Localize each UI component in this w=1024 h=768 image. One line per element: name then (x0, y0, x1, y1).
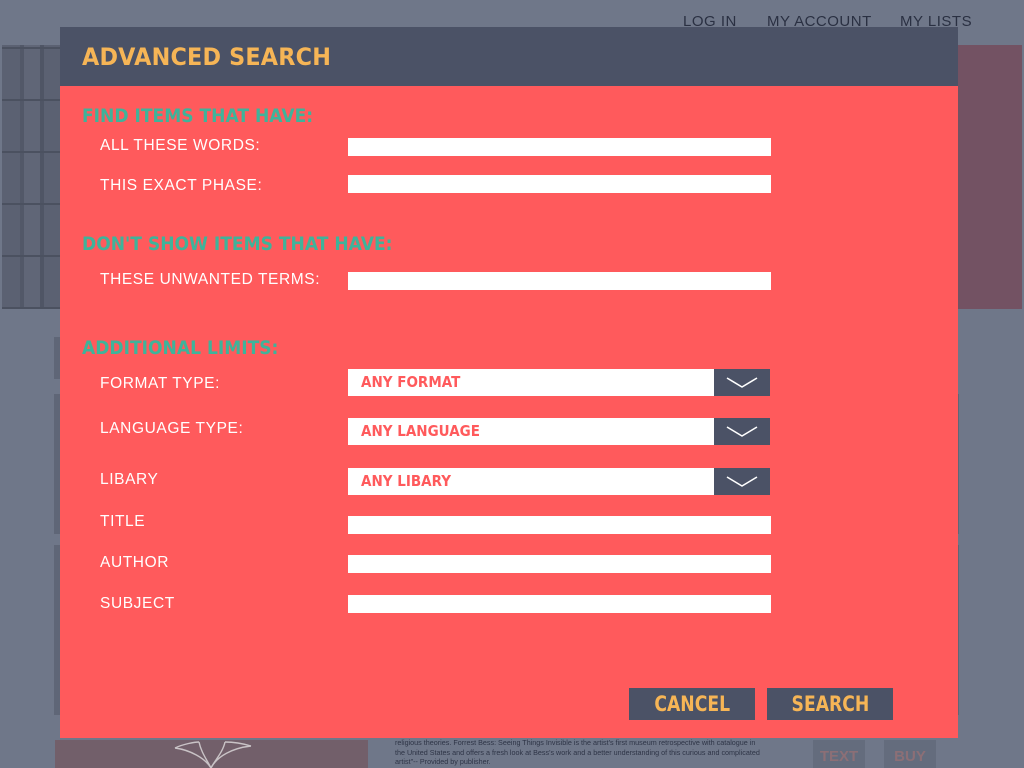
book-description: religious theories. Forrest Bess: Seeing… (395, 738, 760, 766)
unwanted-terms-input[interactable] (348, 272, 771, 290)
library-select[interactable]: ANY LIBARY (348, 468, 770, 495)
chevron-down-icon (726, 426, 758, 437)
title-label: TITLE (100, 513, 146, 530)
subject-input[interactable] (348, 595, 771, 613)
format-type-label: FORMAT TYPE: (100, 375, 221, 392)
cancel-button-label: CANCEL (654, 692, 730, 716)
hero-image-bookshelf (2, 45, 62, 309)
format-type-select[interactable]: ANY FORMAT (348, 369, 770, 396)
book-cover-thumbnail (55, 740, 368, 768)
library-label: LIBARY (100, 471, 159, 488)
language-dropdown-button[interactable] (714, 418, 770, 445)
exclude-items-heading: DON'T SHOW ITEMS THAT HAVE: (82, 233, 393, 255)
author-label: AUTHOR (100, 554, 170, 571)
language-type-select[interactable]: ANY LANGUAGE (348, 418, 770, 445)
language-type-value: ANY LANGUAGE (361, 422, 480, 440)
subject-label: SUBJECT (100, 595, 175, 612)
advanced-search-modal: ADVANCED SEARCH FIND ITEMS THAT HAVE: AL… (60, 27, 958, 738)
exact-phrase-label: THIS EXACT PHASE: (100, 177, 263, 194)
all-words-label: ALL THESE WORDS: (100, 137, 261, 154)
find-items-heading: FIND ITEMS THAT HAVE: (82, 105, 314, 127)
format-dropdown-button[interactable] (714, 369, 770, 396)
format-type-value: ANY FORMAT (361, 373, 461, 391)
unwanted-terms-label: THESE UNWANTED TERMS: (100, 271, 321, 288)
language-type-label: LANGUAGE TYPE: (100, 420, 244, 437)
author-input[interactable] (348, 555, 771, 573)
text-button[interactable]: TEXT (813, 740, 865, 768)
all-words-input[interactable] (348, 138, 771, 156)
search-button-label: SEARCH (791, 692, 869, 716)
search-button[interactable]: SEARCH (767, 688, 893, 720)
title-input[interactable] (348, 516, 771, 534)
exact-phrase-input[interactable] (348, 175, 771, 193)
library-value: ANY LIBARY (361, 472, 452, 490)
library-dropdown-button[interactable] (714, 468, 770, 495)
buy-button[interactable]: BUY (884, 740, 936, 768)
cancel-button[interactable]: CANCEL (629, 688, 755, 720)
modal-title: ADVANCED SEARCH (82, 43, 332, 71)
chevron-down-icon (726, 476, 758, 487)
chevron-down-icon (726, 377, 758, 388)
hero-image-edge (957, 45, 1022, 309)
additional-limits-heading: ADDITIONAL LIMITS: (82, 337, 279, 359)
modal-header: ADVANCED SEARCH (60, 27, 958, 86)
